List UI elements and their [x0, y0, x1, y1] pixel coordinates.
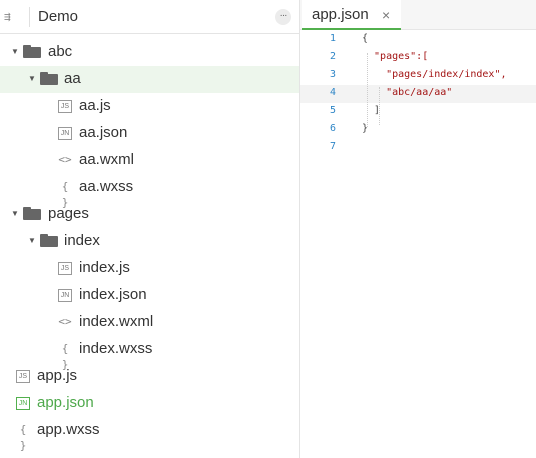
line-number: 2: [329, 51, 336, 62]
tree-item-label: aa.js: [79, 97, 111, 114]
folder-icon: [23, 207, 41, 220]
close-icon[interactable]: ×: [382, 6, 390, 24]
line-number: 1: [329, 33, 336, 44]
tree-item-label: aa.wxss: [79, 178, 134, 195]
folder-icon: [40, 72, 58, 85]
code-line: 5 ]: [300, 103, 536, 121]
chevron-down-icon[interactable]: ▼: [28, 74, 36, 84]
chevron-down-icon[interactable]: ▼: [11, 47, 19, 57]
chevron-down-icon[interactable]: ▼: [11, 209, 19, 219]
folder-icon: [40, 234, 58, 247]
code-editor: app.json × 1 { 2 "pages":[ 3 "pages/inde…: [300, 0, 536, 458]
tree-item-label: abc: [48, 43, 73, 60]
tree-item-abc[interactable]: ▼ abc: [0, 39, 299, 66]
indent-guide: [367, 53, 368, 127]
code-line: 7: [300, 139, 536, 157]
js-file-icon: JS: [58, 262, 72, 275]
line-text: "pages/index/index",: [362, 69, 507, 80]
line-number: 3: [329, 69, 336, 80]
tree-item-label: index.wxss: [79, 340, 153, 357]
wxml-file-icon: <>: [58, 153, 72, 166]
code-line: 6 }: [300, 121, 536, 139]
wxml-file-icon: <>: [58, 315, 72, 328]
line-text: {: [362, 33, 369, 44]
tree-item-pages[interactable]: ▼ pages: [0, 201, 299, 228]
tree-item-label: aa: [64, 70, 81, 87]
tree-item-index-js[interactable]: JS index.js: [0, 255, 299, 282]
header-divider: [29, 7, 30, 27]
tree-item-aa-wxml[interactable]: <> aa.wxml: [0, 147, 299, 174]
tree-item-label: app.json: [37, 394, 94, 411]
line-number: 4: [329, 87, 336, 98]
tree-item-index-wxss[interactable]: { } index.wxss: [0, 336, 299, 371]
code-line-current: 4 "abc/aa/aa": [300, 85, 536, 103]
tab-label: app.json: [312, 6, 369, 23]
app-window: ⇶ Demo ··· ▼ abc ▼ aa JS aa.js JN aa.jso…: [0, 0, 536, 458]
tree-item-label: index.js: [79, 259, 130, 276]
tree-item-label: index.wxml: [79, 313, 154, 330]
chevron-down-icon[interactable]: ▼: [28, 236, 36, 246]
line-number: 7: [329, 141, 336, 152]
code-area[interactable]: 1 { 2 "pages":[ 3 "pages/index/index", 4…: [300, 31, 536, 157]
tree-item-label: pages: [48, 205, 89, 222]
tree-item-label: index: [64, 232, 100, 249]
wxss-file-icon: { }: [61, 342, 69, 371]
line-number: 5: [329, 105, 336, 116]
folder-icon: [23, 45, 41, 58]
tree-item-app-js[interactable]: JS app.js: [0, 363, 299, 390]
js-file-icon: JS: [16, 370, 30, 383]
tree-item-aa-wxss[interactable]: { } aa.wxss: [0, 174, 299, 209]
json-file-icon: JN: [58, 289, 72, 302]
tree-item-aa-js[interactable]: JS aa.js: [0, 93, 299, 120]
tree-toggle-icon[interactable]: ⇶: [4, 9, 22, 25]
more-options-icon[interactable]: ···: [275, 9, 291, 25]
code-line: 2 "pages":[: [300, 49, 536, 67]
line-text: ]: [362, 105, 381, 116]
tree-item-aa[interactable]: ▼ aa: [0, 66, 299, 93]
wxss-file-icon: { }: [61, 180, 69, 209]
js-file-icon: JS: [58, 100, 72, 113]
tree-item-label: aa.json: [79, 124, 128, 141]
project-title: Demo: [38, 8, 79, 25]
line-text: "pages":[: [362, 51, 429, 62]
tree-item-app-wxss[interactable]: { } app.wxss: [0, 417, 299, 452]
wxss-file-icon: { }: [19, 423, 27, 452]
json-file-icon: JN: [16, 397, 30, 410]
editor-tab-bar: app.json ×: [300, 0, 536, 30]
tree-item-index-wxml[interactable]: <> index.wxml: [0, 309, 299, 336]
tree-item-label: index.json: [79, 286, 147, 303]
indent-guide: [379, 87, 380, 125]
explorer-header: ⇶ Demo ···: [0, 0, 299, 34]
code-line: 1 {: [300, 31, 536, 49]
tree-item-index-json[interactable]: JN index.json: [0, 282, 299, 309]
tree-item-index[interactable]: ▼ index: [0, 228, 299, 255]
line-number: 6: [329, 123, 336, 134]
file-tree: ▼ abc ▼ aa JS aa.js JN aa.json <> aa.wxm…: [0, 39, 299, 452]
file-explorer: ⇶ Demo ··· ▼ abc ▼ aa JS aa.js JN aa.jso…: [0, 0, 300, 458]
tree-item-aa-json[interactable]: JN aa.json: [0, 120, 299, 147]
tree-item-label: aa.wxml: [79, 151, 135, 168]
tree-item-app-json[interactable]: JN app.json: [0, 390, 299, 417]
tree-item-label: app.wxss: [37, 421, 100, 438]
line-text: "abc/aa/aa": [362, 87, 453, 98]
code-line: 3 "pages/index/index",: [300, 67, 536, 85]
tab-app-json[interactable]: app.json ×: [302, 0, 401, 30]
json-file-icon: JN: [58, 127, 72, 140]
tree-item-label: app.js: [37, 367, 78, 384]
